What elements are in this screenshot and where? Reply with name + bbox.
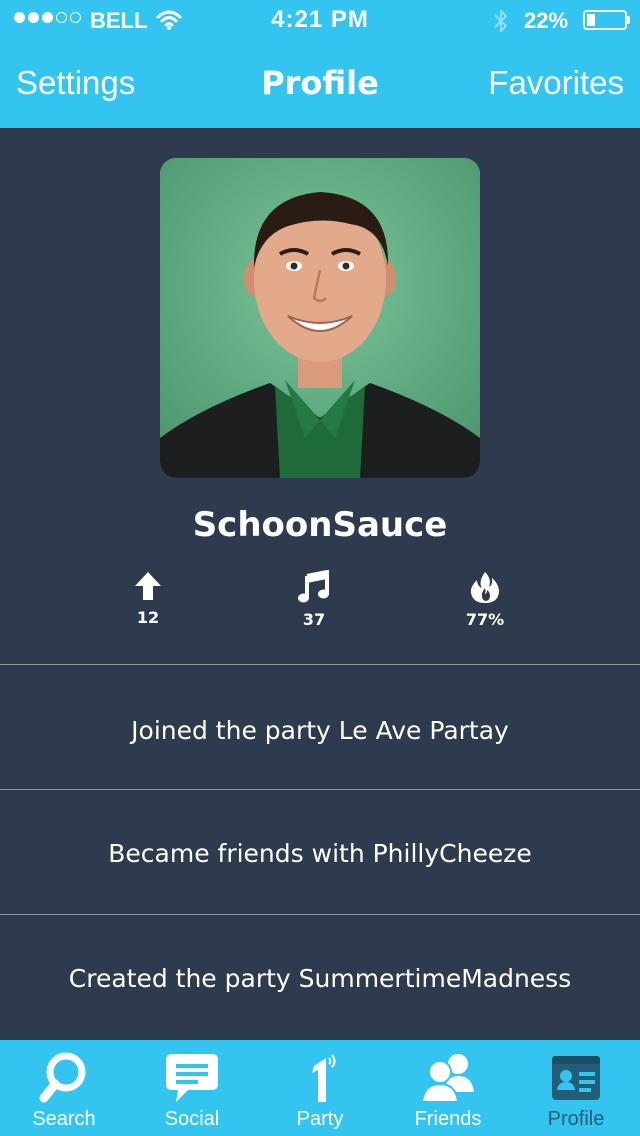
favorites-button[interactable]: Favorites [488, 64, 624, 102]
songs-stat: 37 [274, 570, 354, 629]
tab-party[interactable]: Party [256, 1040, 384, 1136]
tab-bar: Search Social Party Friends Profile [0, 1040, 640, 1136]
friends-icon [384, 1050, 512, 1108]
songs-count: 37 [302, 610, 326, 629]
activity-text: Joined the party Le Ave Partay [131, 715, 509, 745]
party-one-icon [256, 1050, 384, 1108]
tab-label: Friends [414, 1108, 482, 1130]
activity-item[interactable]: Became friends with PhillyCheeze [0, 791, 640, 915]
settings-button[interactable]: Settings [16, 64, 135, 102]
upvotes-count: 12 [136, 608, 160, 627]
activity-text: Created the party SummertimeMadness [68, 963, 572, 993]
activity-text: Became friends with PhillyCheeze [108, 838, 532, 868]
hotness-percent: 77% [465, 610, 505, 629]
music-note-icon [274, 570, 354, 604]
tab-label: Party [296, 1108, 344, 1130]
arrow-up-icon [108, 570, 188, 602]
divider [0, 664, 640, 665]
activity-item[interactable]: Created the party SummertimeMadness [0, 916, 640, 1040]
bluetooth-icon [492, 8, 510, 40]
tab-search[interactable]: Search [0, 1040, 128, 1136]
tab-social[interactable]: Social [128, 1040, 256, 1136]
tab-label: Social [164, 1108, 220, 1130]
upvotes-stat: 12 [108, 570, 188, 627]
divider [0, 914, 640, 915]
status-bar: BELL 4:21 PM 22% [0, 0, 640, 40]
profile-card-icon [512, 1050, 640, 1108]
username: SchoonSauce [192, 505, 448, 545]
profile-photo[interactable] [160, 158, 480, 478]
chat-bubble-icon [128, 1050, 256, 1108]
tab-label: Search [32, 1108, 96, 1130]
tab-label: Profile [547, 1108, 605, 1130]
tab-friends[interactable]: Friends [384, 1040, 512, 1136]
hotness-stat: 77% [445, 570, 525, 629]
flame-icon [445, 570, 525, 604]
activity-item[interactable]: Joined the party Le Ave Partay [0, 668, 640, 792]
page-title: Profile [261, 64, 379, 102]
divider [0, 789, 640, 790]
battery-level-fill [587, 14, 595, 26]
battery-icon [583, 10, 627, 30]
top-header: BELL 4:21 PM 22% Settings Profile Favori… [0, 0, 640, 128]
battery-tip [627, 16, 630, 24]
search-icon [0, 1050, 128, 1108]
tab-profile[interactable]: Profile [512, 1040, 640, 1136]
battery-percent: 22% [524, 8, 569, 33]
